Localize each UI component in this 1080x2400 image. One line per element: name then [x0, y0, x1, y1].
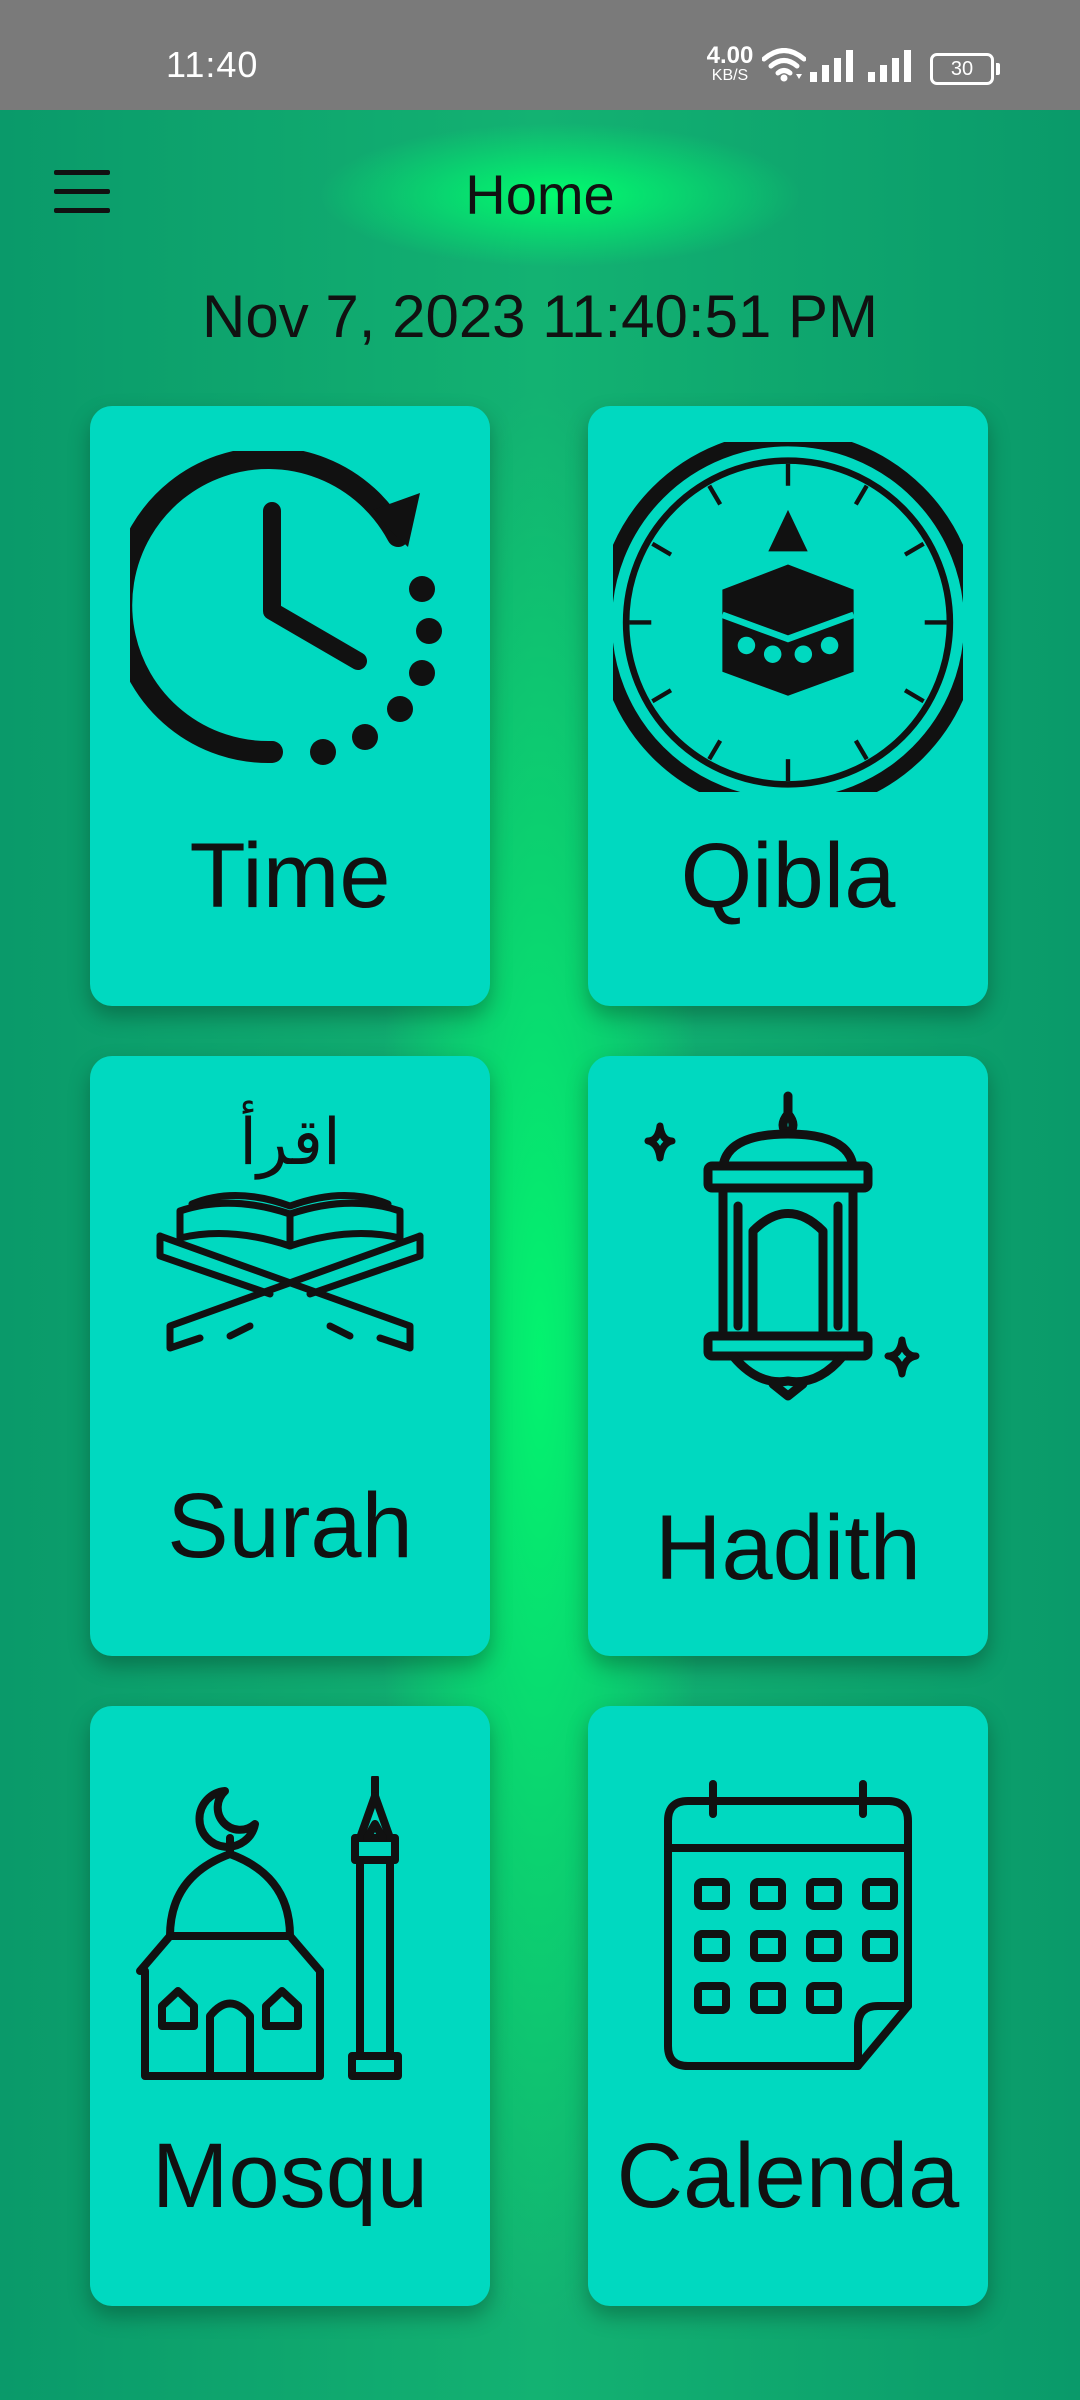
- surah-card-label: Surah: [167, 1475, 413, 1577]
- status-time: 11:40: [166, 44, 259, 85]
- calendar-card-label: Calenda: [616, 2125, 960, 2227]
- mosque-card-label: Mosqu: [151, 2125, 429, 2227]
- qibla-card[interactable]: Qibla: [588, 406, 988, 1006]
- quran-icon-text: اقرأ: [239, 1100, 340, 1180]
- network-speed-value: 4.00: [706, 42, 754, 69]
- qibla-compass-icon: [613, 442, 963, 792]
- mosque-card[interactable]: Mosqu: [90, 1706, 490, 2306]
- calendar-icon: [664, 1780, 912, 2070]
- status-bar: 11:40 4.00 KB/S 30: [0, 0, 1080, 110]
- mosque-icon: [136, 1776, 402, 2080]
- hadith-card-label: Hadith: [655, 1497, 921, 1599]
- time-card[interactable]: Time: [90, 406, 490, 1006]
- clock-icon: [130, 451, 442, 765]
- home-screen: Home Nov 7, 2023 11:40:51 PM Time Qibla …: [0, 110, 1080, 2400]
- hadith-card[interactable]: Hadith: [588, 1056, 988, 1656]
- battery-icon: 30: [930, 53, 1000, 85]
- lantern-icon: [644, 1091, 920, 1401]
- current-datetime: Nov 7, 2023 11:40:51 PM: [202, 283, 878, 350]
- surah-card[interactable]: اقرأ Surah: [90, 1056, 490, 1656]
- signal-1-icon: [810, 50, 853, 82]
- quran-icon: اقرأ: [156, 1100, 424, 1352]
- network-speed-unit: KB/S: [711, 67, 749, 84]
- qibla-card-label: Qibla: [680, 825, 896, 927]
- calendar-card[interactable]: Calenda: [588, 1706, 988, 2306]
- signal-2-icon: [868, 50, 911, 82]
- page-title: Home: [465, 163, 615, 226]
- time-card-label: Time: [189, 825, 391, 927]
- network-speed: 4.00 KB/S: [700, 44, 760, 84]
- wifi-icon: [762, 48, 806, 82]
